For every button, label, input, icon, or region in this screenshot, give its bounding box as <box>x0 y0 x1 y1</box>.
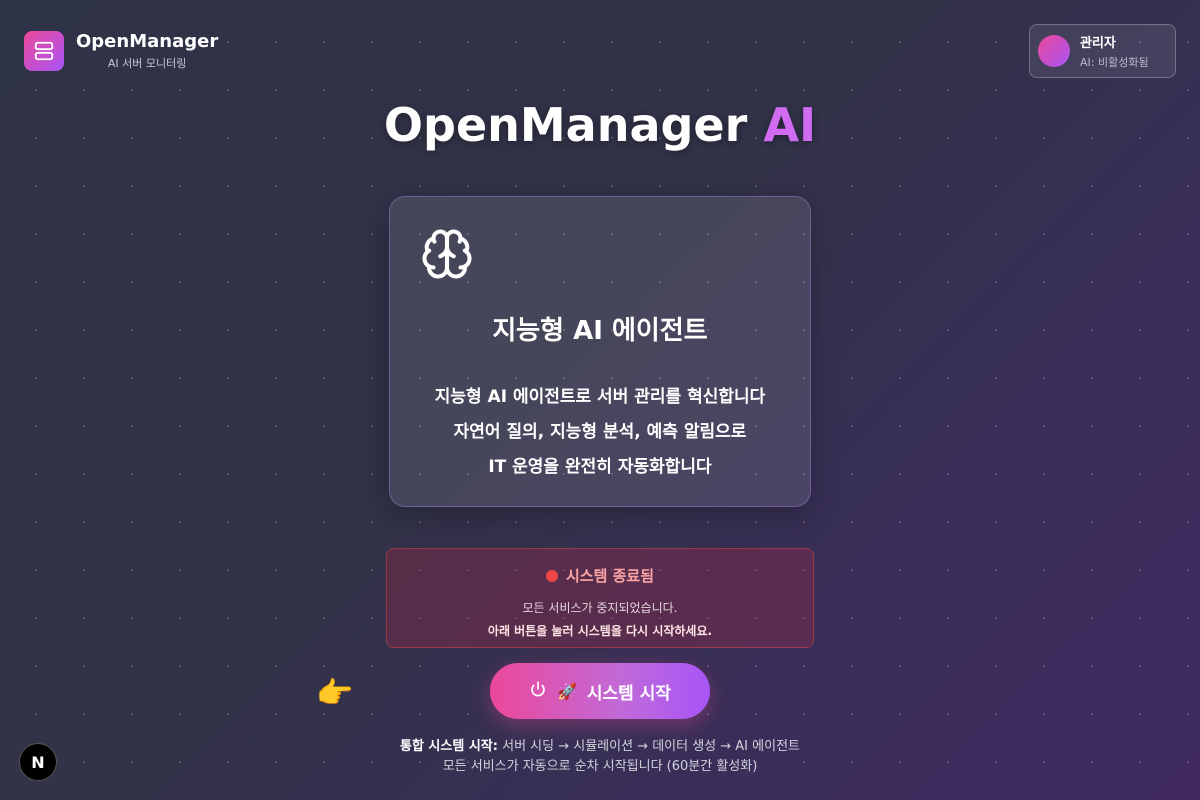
page-title: OpenManager AI <box>0 98 1200 152</box>
status-title: 시스템 종료됨 <box>565 567 655 585</box>
card-description-line: 자연어 질의, 지능형 분석, 예측 알림으로 <box>453 422 747 442</box>
dev-tools-badge[interactable]: N <box>19 743 57 781</box>
server-icon <box>24 31 64 71</box>
startup-info-label: 통합 시스템 시작: <box>399 739 498 754</box>
avatar <box>1038 35 1070 67</box>
app-subtitle: AI 서버 모니터링 <box>107 57 187 70</box>
start-button-label: 시스템 시작 <box>586 683 672 704</box>
brain-icon <box>420 227 474 285</box>
card-description-line: 지능형 AI 에이전트로 서버 관리를 혁신합니다 <box>434 387 766 407</box>
card-description-line: IT 운영을 완전히 자동화합니다 <box>488 457 712 477</box>
system-status-panel: 시스템 종료됨 모든 서비스가 중지되었습니다. 아래 버튼을 눌러 시스템을 … <box>386 548 814 648</box>
page-title-main: OpenManager <box>383 98 748 152</box>
card-title: 지능형 AI 에이전트 <box>492 316 708 346</box>
startup-info-steps: 서버 시딩 → 시뮬레이션 → 데이터 생성 → AI 에이전트 <box>502 739 800 754</box>
status-message: 모든 서비스가 중지되었습니다. <box>522 601 678 615</box>
ai-agent-feature-card[interactable]: 지능형 AI 에이전트 지능형 AI 에이전트로 서버 관리를 혁신합니다 자연… <box>389 196 811 507</box>
profile-name: 관리자 <box>1080 36 1116 51</box>
page-title-accent: AI <box>763 98 817 152</box>
status-dot-icon <box>545 569 558 582</box>
startup-info: 통합 시스템 시작: 서버 시딩 → 시뮬레이션 → 데이터 생성 → AI 에… <box>0 737 1200 777</box>
rocket-icon: 🚀 <box>556 681 577 701</box>
status-instruction: 아래 버튼을 눌러 시스템을 다시 시작하세요. <box>487 624 713 638</box>
power-icon <box>529 680 547 703</box>
app-name: OpenManager <box>76 31 219 52</box>
profile-button[interactable]: 관리자 AI: 비활성화됨 <box>1029 24 1176 78</box>
ai-status-text: AI: 비활성화됨 <box>1080 56 1149 69</box>
card-description: 지능형 AI 에이전트로 서버 관리를 혁신합니다 자연어 질의, 지능형 분석… <box>390 380 810 485</box>
system-start-button[interactable]: 🚀 시스템 시작 <box>490 663 710 719</box>
startup-info-detail: 모든 서비스가 자동으로 순차 시작됩니다 (60분간 활성화) <box>442 759 758 774</box>
pointing-hand-icon: 👉 <box>316 676 354 711</box>
app-logo[interactable]: OpenManager AI 서버 모니터링 <box>24 31 218 71</box>
